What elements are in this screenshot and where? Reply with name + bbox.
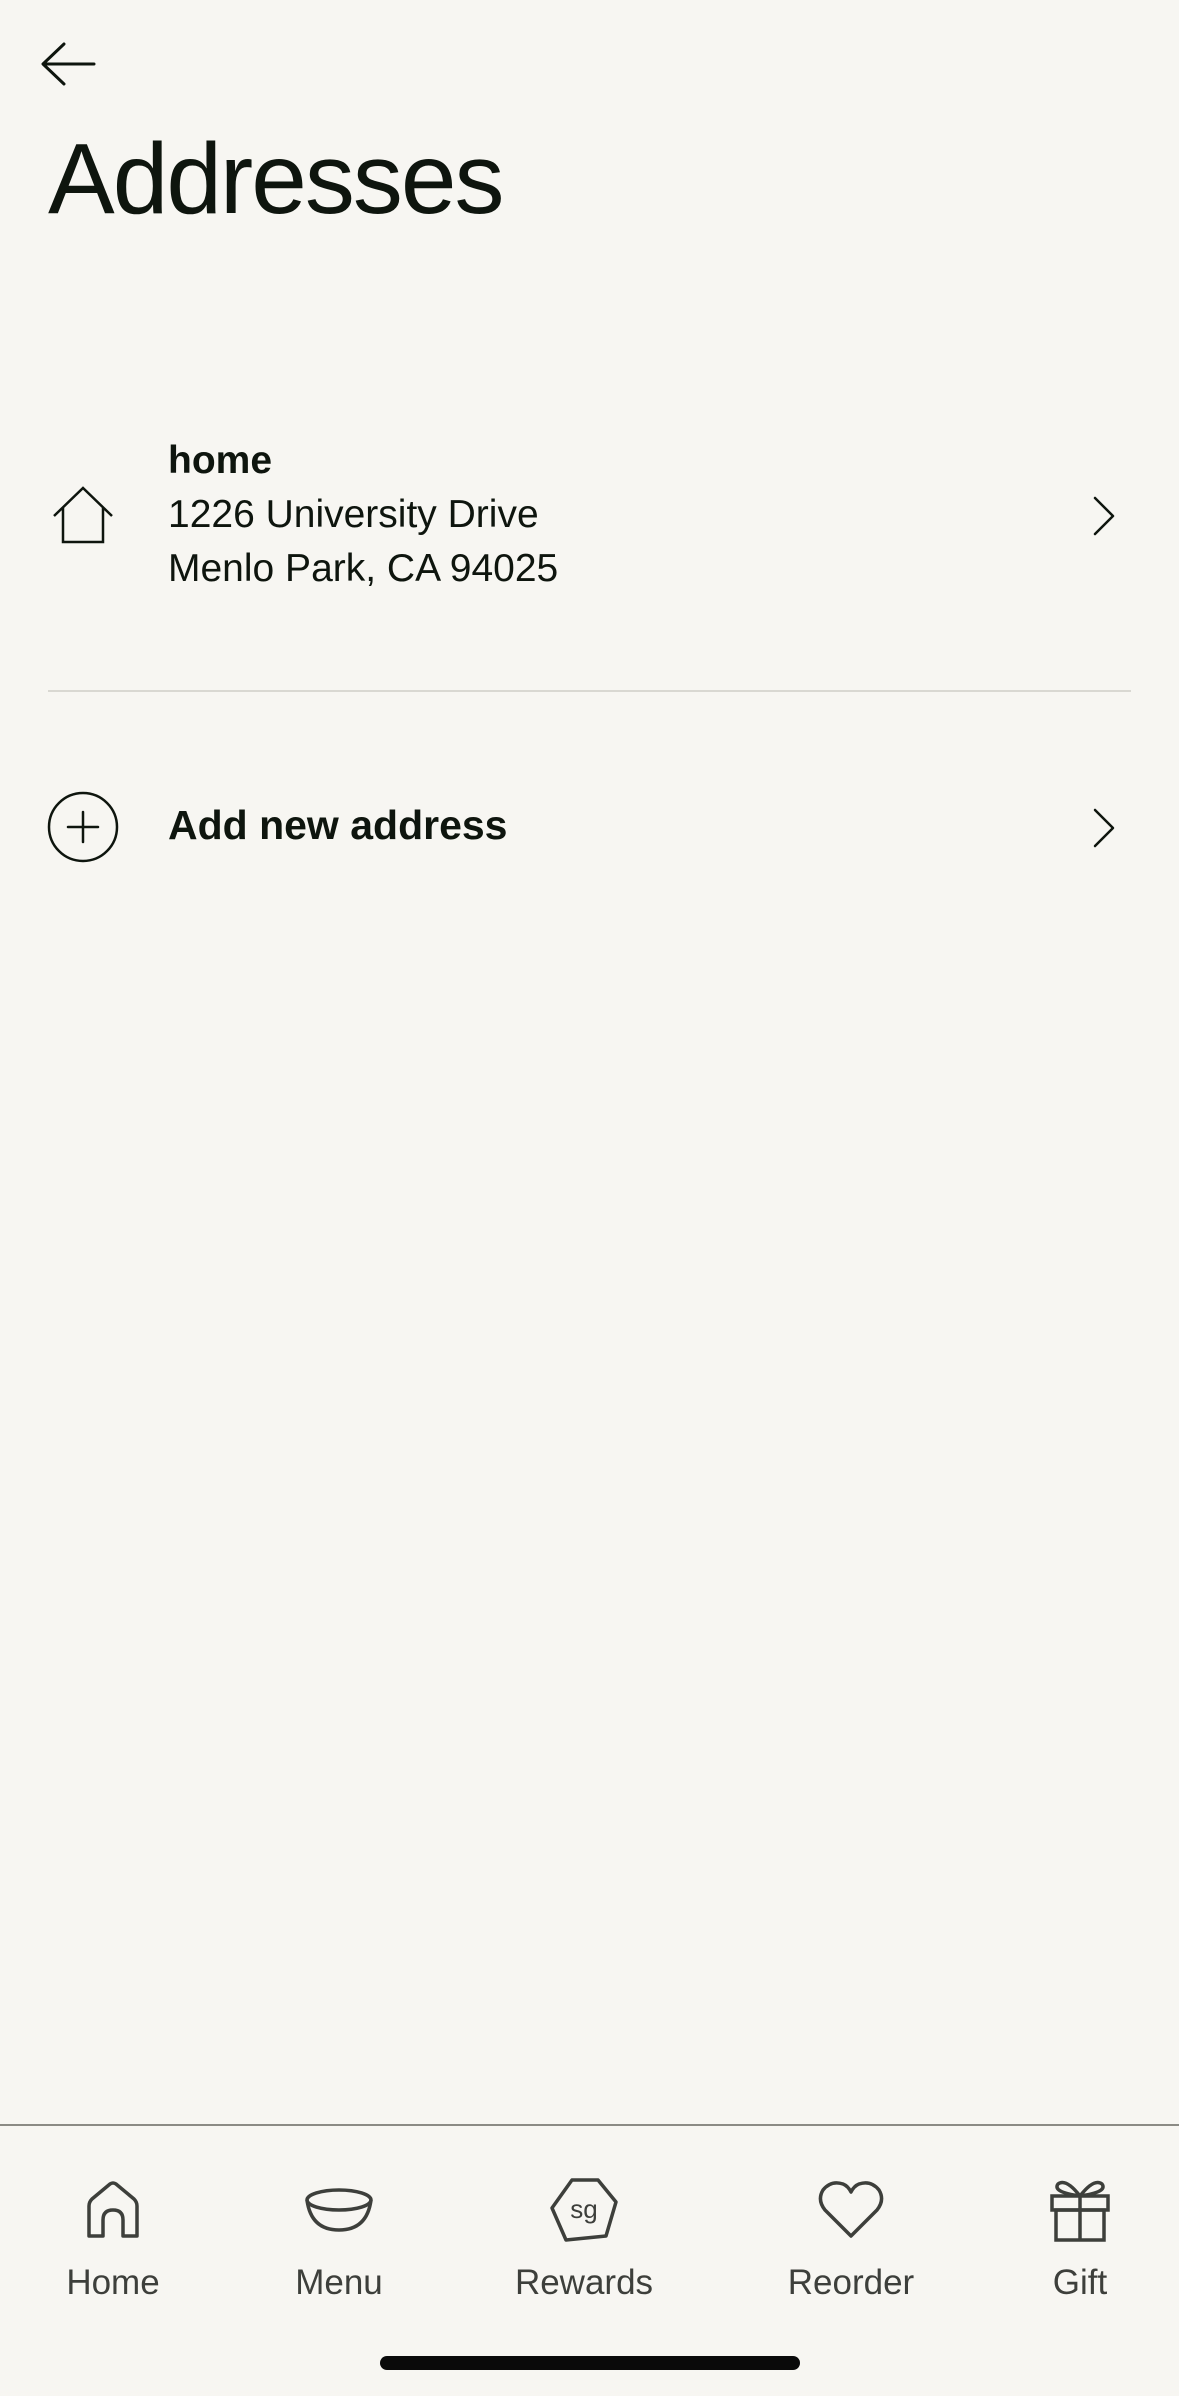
tab-home-label: Home — [66, 2263, 160, 2302]
tab-rewards[interactable]: sg Rewards — [494, 2174, 674, 2324]
address-text: home 1226 University Drive Menlo Park, C… — [168, 434, 558, 596]
plus-circle-icon — [47, 791, 119, 863]
bowl-icon — [305, 2188, 373, 2232]
tab-gift-label: Gift — [1052, 2263, 1108, 2302]
tab-reorder-label: Reorder — [787, 2263, 915, 2302]
back-button[interactable] — [34, 30, 102, 98]
tab-menu-label: Menu — [295, 2263, 383, 2302]
gift-icon — [1050, 2180, 1110, 2242]
divider — [48, 690, 1131, 692]
tab-home[interactable]: Home — [23, 2174, 203, 2324]
page-title: Addresses — [48, 123, 504, 235]
address-street: 1226 University Drive — [168, 493, 539, 536]
address-label: home — [168, 439, 273, 482]
address-city: Menlo Park, CA 94025 — [168, 547, 559, 590]
tab-rewards-label: Rewards — [514, 2263, 654, 2302]
address-item-home[interactable]: home 1226 University Drive Menlo Park, C… — [0, 420, 1179, 610]
sg-badge-icon: sg — [550, 2178, 618, 2242]
house-icon — [87, 2181, 139, 2238]
chevron-right-icon — [1093, 496, 1115, 536]
svg-text:sg: sg — [570, 2194, 597, 2224]
house-icon — [53, 486, 113, 544]
add-new-address-button[interactable]: Add new address — [0, 778, 1179, 874]
tab-reorder[interactable]: Reorder — [761, 2174, 941, 2324]
tab-gift[interactable]: Gift — [990, 2174, 1170, 2324]
arrow-left-icon — [41, 42, 96, 86]
tab-menu[interactable]: Menu — [249, 2174, 429, 2324]
heart-icon — [818, 2181, 884, 2238]
home-indicator[interactable] — [380, 2356, 800, 2370]
add-new-address-label: Add new address — [168, 802, 508, 848]
chevron-right-icon — [1093, 808, 1115, 848]
